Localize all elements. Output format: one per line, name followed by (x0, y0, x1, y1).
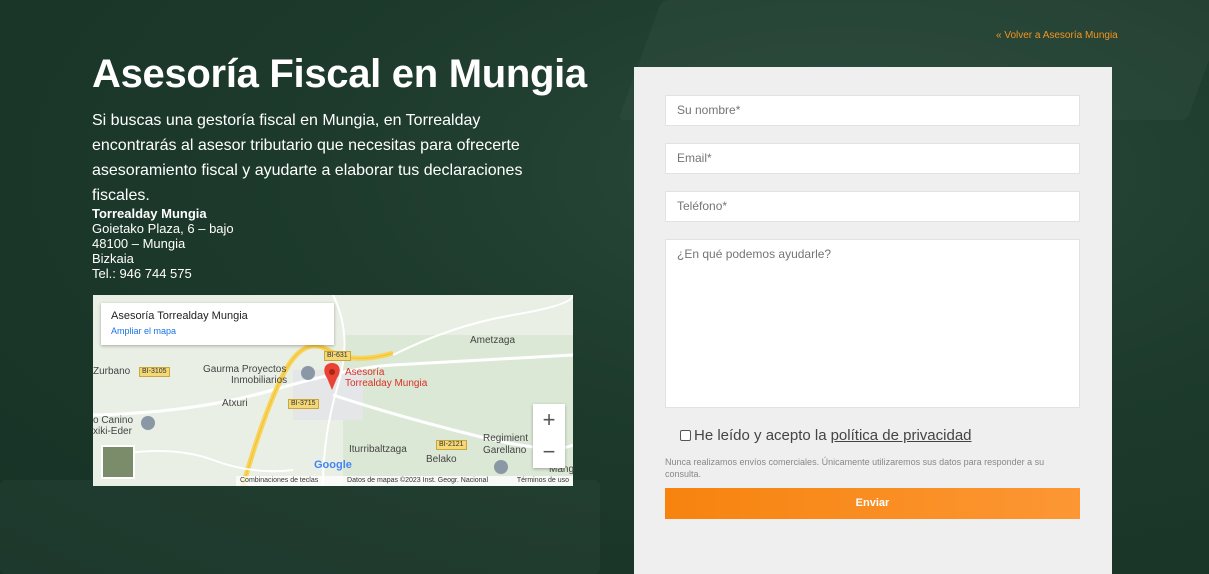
map-place-label: Ametzaga (470, 335, 516, 346)
map-place-label: Atxuri (222, 398, 248, 409)
road-badge: BI-2121 (436, 440, 467, 450)
zoom-in-button[interactable]: + (533, 404, 565, 436)
keyboard-shortcuts-link[interactable]: Combinaciones de teclas (240, 476, 318, 486)
phone-input[interactable] (665, 191, 1080, 222)
page-title: Asesoría Fiscal en Mungia (92, 52, 587, 96)
consent-checkbox[interactable] (680, 430, 691, 441)
office-phone: Tel.: 946 744 575 (92, 266, 192, 281)
privacy-note: Nunca realizamos envíos comerciales. Úni… (665, 457, 1045, 479)
privacy-policy-link[interactable]: política de privacidad (831, 427, 972, 444)
map-marker-label: Asesoría (345, 367, 385, 378)
consent-label: He leído y acepto la (694, 427, 827, 444)
satellite-toggle[interactable] (101, 445, 135, 479)
map-place-label: Zurbano (93, 366, 131, 377)
enlarge-map-link[interactable]: Ampliar el mapa (111, 326, 324, 336)
address-block: Torrealday Mungia Goietako Plaza, 6 – ba… (92, 206, 234, 281)
embedded-map[interactable]: Asesoría Torrealday Mungia Ampliar el ma… (93, 295, 573, 486)
road-badge: BI-631 (324, 351, 351, 361)
map-marker-label: Torrealday Mungia (345, 378, 428, 389)
office-region: Bizkaia (92, 251, 134, 266)
map-place-label: o Canino (93, 415, 134, 426)
google-logo: Google (314, 459, 352, 471)
road-badge: BI-3715 (288, 399, 319, 409)
name-input[interactable] (665, 95, 1080, 126)
message-textarea[interactable] (665, 239, 1080, 408)
road-badge: BI-3105 (139, 367, 170, 377)
map-data-attribution: Datos de mapas ©2023 Inst. Geogr. Nacion… (347, 477, 489, 484)
email-input[interactable] (665, 143, 1080, 174)
map-zoom-control: + − (533, 404, 565, 468)
map-place-label: Garellano (483, 445, 527, 456)
map-place-label: Inmobiliarios (231, 375, 288, 386)
page-description: Si buscas una gestoría fiscal en Mungia,… (92, 112, 523, 204)
map-card-title: Asesoría Torrealday Mungia (111, 310, 248, 322)
map-place-label: Gaurma Proyectos (203, 364, 287, 375)
terms-link[interactable]: Términos de uso (517, 476, 569, 486)
map-place-label: Iturribaltzaga (349, 444, 407, 455)
submit-button[interactable]: Enviar (665, 488, 1080, 519)
map-place-label: Regimient (483, 433, 529, 444)
privacy-consent: He leído y acepto la política de privaci… (680, 427, 972, 444)
zoom-out-button[interactable]: − (533, 436, 565, 468)
background-decoration (0, 480, 600, 574)
map-place-label: Belako (426, 454, 457, 465)
back-link[interactable]: « Volver a Asesoría Mungia (996, 30, 1118, 41)
office-street: Goietako Plaza, 6 – bajo (92, 221, 234, 236)
map-footer: Combinaciones de teclas Datos de mapas ©… (236, 476, 573, 486)
office-city: 48100 – Mungia (92, 236, 186, 251)
office-name: Torrealday Mungia (92, 206, 207, 221)
map-info-card: Asesoría Torrealday Mungia Ampliar el ma… (101, 303, 334, 345)
map-place-label: xiki-Eder (93, 426, 132, 437)
